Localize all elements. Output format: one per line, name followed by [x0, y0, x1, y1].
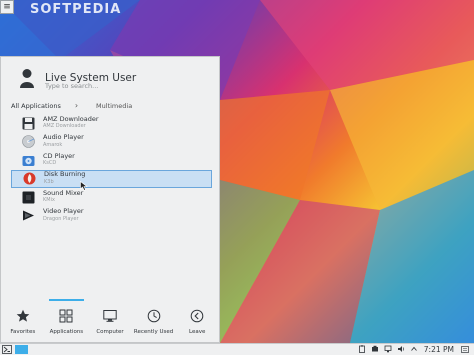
list-item-audio-player[interactable]: Audio Player Amarok	[11, 133, 212, 152]
mixer-icon	[22, 191, 35, 204]
audio-cd-icon	[22, 135, 35, 149]
tab-leave[interactable]: Leave	[175, 303, 219, 343]
monitor-icon	[103, 310, 117, 322]
tab-label: Favorites	[10, 329, 36, 335]
user-avatar-icon	[20, 69, 34, 88]
breadcrumb: All Applications › Multimedia	[11, 101, 132, 110]
breadcrumb-separator: ›	[74, 101, 79, 110]
volume-icon[interactable]	[397, 345, 405, 353]
video-player-icon	[23, 210, 34, 221]
clipboard-icon[interactable]	[358, 345, 366, 353]
tab-label: Applications	[49, 329, 84, 335]
item-subtitle: Dragon Player	[43, 215, 79, 222]
tab-label: Recently Used	[133, 329, 174, 335]
tray-expand-icon[interactable]	[410, 345, 418, 353]
back-arrow-icon	[190, 309, 204, 323]
item-name: Sound Mixer	[43, 188, 84, 197]
tab-label: Computer	[96, 329, 124, 335]
item-subtitle: Amarok	[43, 141, 63, 148]
list-item-video-player[interactable]: Video Player Dragon Player	[11, 207, 212, 226]
tab-indicator	[179, 299, 215, 301]
panel-settings-icon[interactable]	[461, 346, 469, 353]
app-launcher-icon[interactable]	[2, 345, 12, 354]
network-icon[interactable]	[384, 345, 392, 353]
item-name: Disk Burning	[44, 170, 86, 179]
tab-favorites[interactable]: Favorites	[1, 303, 45, 343]
item-name: CD Player	[43, 151, 75, 160]
search-input[interactable]: Type to search...	[45, 82, 98, 90]
tab-indicator	[92, 299, 128, 301]
tab-computer[interactable]: Computer	[88, 303, 132, 343]
item-name: Video Player	[43, 207, 84, 216]
tab-indicator	[5, 299, 41, 301]
launcher-tabs: Favorites Applications Computer Recently…	[1, 299, 219, 343]
grid-icon	[59, 309, 73, 323]
application-list: AMZ Downloader AMZ Downloader Audio Play…	[11, 114, 212, 225]
desktop-toolbox-button[interactable]: ≡	[0, 0, 14, 14]
disk-save-icon	[22, 117, 35, 130]
softpedia-watermark: SOFTPEDIA	[30, 2, 122, 17]
item-subtitle: KMix	[43, 197, 55, 204]
list-item-cd-player[interactable]: CD Player KsCD	[11, 151, 212, 170]
item-subtitle: KsCD	[43, 160, 57, 167]
list-item-sound-mixer[interactable]: Sound Mixer KMix	[11, 188, 212, 207]
clock[interactable]: 7:21 PM	[424, 344, 454, 355]
disc-burn-icon	[23, 172, 36, 185]
clock-icon	[147, 309, 160, 323]
tab-applications[interactable]: Applications	[45, 299, 89, 343]
application-launcher-menu: Live System User Type to search... All A…	[0, 56, 220, 343]
tab-indicator	[48, 299, 85, 301]
breadcrumb-multimedia[interactable]: Multimedia	[96, 102, 132, 110]
taskbar: 7:21 PM	[0, 343, 474, 355]
cd-player-icon	[22, 155, 35, 166]
item-subtitle: AMZ Downloader	[43, 123, 86, 130]
breadcrumb-all-applications[interactable]: All Applications	[11, 102, 61, 110]
system-tray	[358, 345, 418, 353]
devices-icon[interactable]	[371, 345, 379, 353]
list-item-amz-downloader[interactable]: AMZ Downloader AMZ Downloader	[11, 114, 212, 133]
tab-label: Leave	[188, 329, 206, 335]
item-name: Audio Player	[43, 133, 84, 142]
tab-indicator	[136, 299, 172, 301]
tab-recently-used[interactable]: Recently Used	[132, 303, 176, 343]
virtual-desktop-pager[interactable]	[15, 345, 28, 354]
item-name: AMZ Downloader	[43, 114, 99, 123]
list-item-disk-burning[interactable]: Disk Burning K3b	[11, 169, 212, 191]
star-icon	[16, 309, 30, 322]
